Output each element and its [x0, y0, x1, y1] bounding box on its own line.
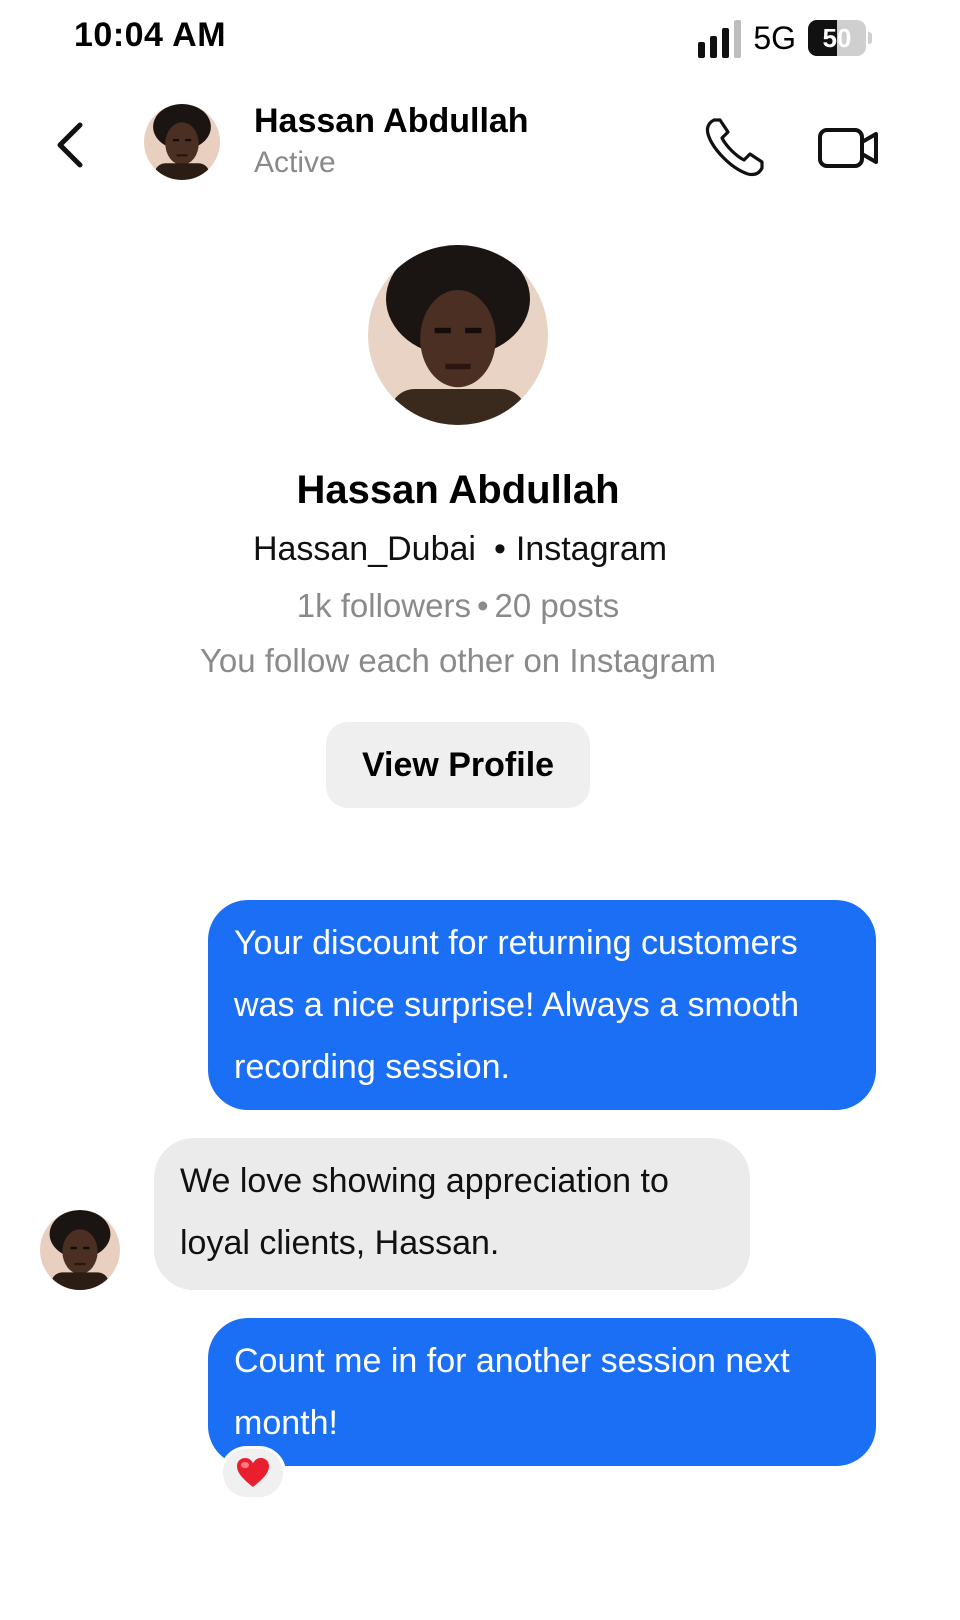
back-button[interactable]: [50, 115, 94, 175]
profile-name: Hassan Abdullah: [296, 468, 620, 512]
followers-count: 1k followers: [296, 587, 471, 624]
avatar-image: [368, 245, 548, 425]
status-indicators: 5G 50: [698, 18, 872, 58]
heart-reaction[interactable]: [220, 1446, 286, 1500]
phone-icon: [705, 118, 764, 177]
message-bubble-sent[interactable]: Your discount for returning customers wa…: [208, 900, 876, 1110]
view-profile-button[interactable]: View Profile: [326, 722, 590, 808]
profile-handle: Hassan_Dubai: [252, 530, 476, 568]
posts-count: 20 posts: [494, 587, 620, 624]
header-contact-name: Hassan Abdullah: [254, 102, 529, 140]
signal-icon: [698, 18, 742, 58]
header-avatar[interactable]: [144, 104, 220, 180]
video-call-button[interactable]: [814, 118, 884, 178]
chat-header: Hassan Abdullah Active: [0, 90, 960, 200]
profile-stats: 1k followers • 20 posts: [0, 587, 916, 625]
profile-avatar[interactable]: [368, 245, 548, 425]
video-camera-icon: [818, 128, 878, 168]
audio-call-button[interactable]: [700, 112, 770, 182]
network-type: 5G: [753, 19, 796, 56]
status-time: 10:04 AM: [74, 16, 227, 54]
status-bar: 10:04 AM 5G 50: [0, 0, 960, 80]
separator-dot: •: [493, 530, 506, 568]
profile-handle-row: Hassan_Dubai • Instagram: [0, 530, 920, 569]
message-bubble-received[interactable]: We love showing appreciation to loyal cl…: [154, 1138, 750, 1290]
battery-icon: 50: [808, 20, 872, 56]
message-bubble-sent[interactable]: Count me in for another session next mon…: [208, 1318, 876, 1466]
chevron-left-icon: [57, 122, 83, 168]
avatar-image: [144, 104, 220, 180]
battery-percent: 50: [822, 23, 852, 53]
separator-dot: •: [476, 587, 489, 624]
message-avatar[interactable]: [40, 1210, 120, 1290]
header-active-status: Active: [254, 146, 336, 179]
mutual-follow-text: You follow each other on Instagram: [199, 642, 717, 679]
heart-icon: [237, 1458, 269, 1487]
avatar-image: [40, 1210, 120, 1290]
profile-platform: Instagram: [515, 530, 668, 568]
